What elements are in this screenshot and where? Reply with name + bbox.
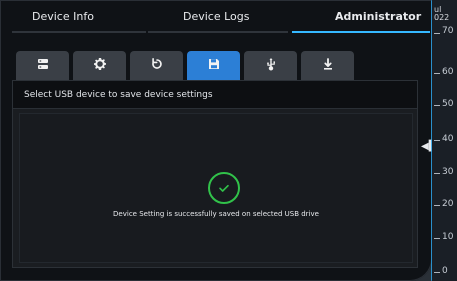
tab-underline-active [292,31,430,33]
server-icon [36,57,50,74]
collapse-panel-button[interactable]: ◀︎▍ [421,140,436,154]
tick-mark [434,105,440,106]
tab-settings[interactable] [73,51,126,80]
tab-usb[interactable] [244,51,297,80]
scale-tick: 40 [442,134,454,144]
tick-mark [434,33,440,34]
tab-save[interactable] [187,51,240,80]
scale-tick: 60 [442,67,454,77]
tick-mark [434,173,440,174]
success-check-icon [208,172,240,204]
save-icon [207,57,221,74]
level-scale: ul 022 70 60 50 40 30 20 10 0 [432,0,457,281]
tab-device-info[interactable]: Device Info [32,10,94,23]
scale-tick: 30 [442,167,454,177]
usb-icon [264,57,278,74]
tab-reset[interactable] [130,51,183,80]
tab-underline [148,31,288,33]
tick-mark [434,272,440,273]
main-panel: Device Info Device Logs Administrator Se… [0,0,436,281]
scale-tick: 20 [442,199,454,209]
tick-mark [434,73,440,74]
scale-tick: 50 [442,99,454,109]
instruction-text: Select USB device to save device setting… [13,81,417,109]
settings-content: Select USB device to save device setting… [12,80,418,268]
tick-mark [434,205,440,206]
tab-administrator[interactable]: Administrator [335,10,421,23]
gear-icon [93,57,107,74]
scale-tick: 0 [442,266,448,276]
reset-icon [150,57,164,74]
tick-mark [434,238,440,239]
scale-fragment: 022 [434,13,450,22]
download-icon [321,57,335,74]
tab-download[interactable] [301,51,354,80]
tab-server[interactable] [16,51,69,80]
status-message: Device Setting is successfully saved on … [113,210,319,218]
scale-tick: 10 [442,232,454,242]
tab-device-logs[interactable]: Device Logs [183,10,250,23]
tick-mark [434,140,440,141]
scale-header: ul 022 [434,6,449,22]
app-window: Device Info Device Logs Administrator Se… [0,0,457,281]
status-area: Device Setting is successfully saved on … [19,113,413,263]
scale-tick: 70 [442,26,454,36]
tab-underline [12,31,146,33]
top-tabs: Device Info Device Logs Administrator [0,0,432,36]
